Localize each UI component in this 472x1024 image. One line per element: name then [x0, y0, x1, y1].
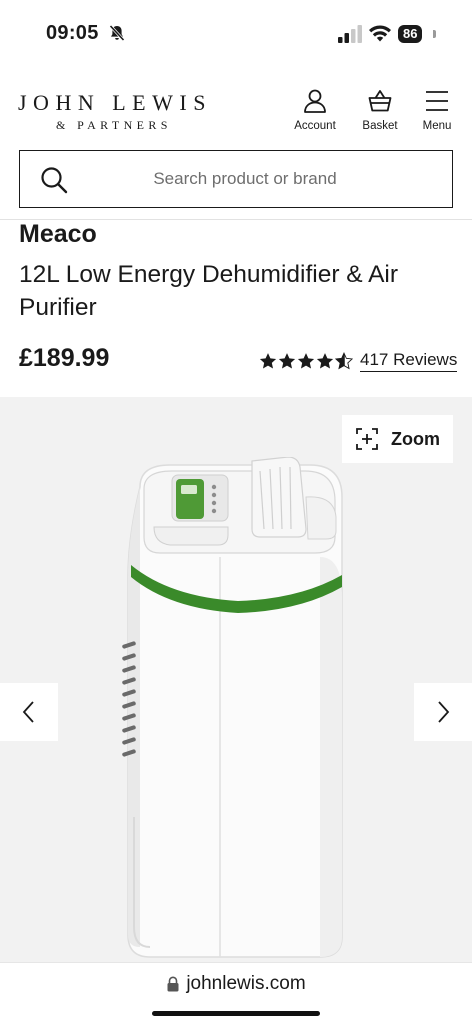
- menu-button[interactable]: Menu: [418, 88, 456, 132]
- search-input[interactable]: [80, 151, 410, 206]
- basket-button[interactable]: Basket: [357, 88, 403, 132]
- wifi-icon: [369, 25, 391, 42]
- account-icon: [304, 89, 326, 113]
- zoom-expand-icon: [356, 428, 378, 450]
- address-bar[interactable]: johnlewis.com: [0, 973, 472, 995]
- menu-label: Menu: [422, 120, 452, 132]
- logo-main-text: JOHN LEWIS: [18, 90, 212, 115]
- account-label: Account: [294, 120, 336, 132]
- search-icon: [41, 167, 68, 194]
- chevron-right-icon: [438, 701, 450, 723]
- battery-level: 86: [398, 25, 423, 43]
- john-lewis-logo[interactable]: JOHN LEWIS & PARTNERS: [18, 90, 212, 133]
- previous-image-button[interactable]: [0, 683, 58, 741]
- product-price: £189.99: [19, 344, 110, 372]
- basket-label: Basket: [362, 120, 398, 132]
- rating-stars: [259, 352, 354, 370]
- star-full-icon: [316, 353, 334, 369]
- home-indicator[interactable]: [152, 1011, 320, 1016]
- product-brand[interactable]: Meaco: [19, 220, 97, 249]
- search-bar[interactable]: [19, 150, 453, 208]
- next-image-button[interactable]: [414, 683, 472, 741]
- chevron-left-icon: [22, 701, 34, 723]
- status-time: 09:05: [46, 22, 99, 44]
- product-title: 12L Low Energy Dehumidifier & Air Purifi…: [19, 261, 399, 321]
- account-button[interactable]: Account: [290, 88, 340, 132]
- status-bar: 09:05 86: [0, 0, 472, 70]
- star-full-icon: [259, 353, 277, 369]
- logo-sub-text: & PARTNERS: [56, 118, 172, 132]
- url-text: johnlewis.com: [186, 973, 306, 994]
- hamburger-menu-icon: [426, 91, 448, 111]
- basket-icon: [368, 90, 392, 112]
- zoom-label: Zoom: [391, 428, 440, 449]
- product-rating[interactable]: 417 Reviews: [259, 350, 458, 372]
- dehumidifier-product-image: [122, 457, 343, 958]
- product-image-gallery[interactable]: Zoom: [0, 397, 472, 962]
- reviews-link[interactable]: 417 Reviews: [360, 350, 458, 372]
- bell-off-icon: [109, 24, 125, 42]
- cellular-signal-icon: [338, 25, 362, 43]
- site-header: JOHN LEWIS & PARTNERS Account Basket Men…: [0, 70, 472, 150]
- zoom-button[interactable]: Zoom: [342, 415, 453, 463]
- star-full-icon: [297, 353, 315, 369]
- star-half-icon: [335, 352, 353, 370]
- browser-url-bar: johnlewis.com: [0, 962, 472, 1024]
- battery-tip: [433, 30, 436, 38]
- lock-icon: [167, 976, 179, 992]
- star-full-icon: [278, 353, 296, 369]
